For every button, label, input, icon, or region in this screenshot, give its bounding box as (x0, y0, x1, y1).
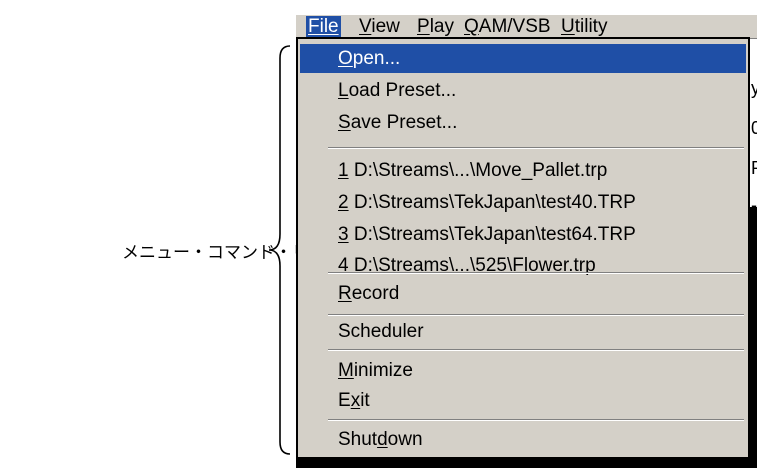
menu-item-exit[interactable]: Exit (300, 386, 746, 415)
curly-brace-icon (268, 45, 291, 455)
menu-qam-vsb[interactable]: QAM/VSB (462, 16, 553, 37)
background-text: y (751, 78, 757, 98)
menu-separator (328, 349, 744, 351)
menu-item-shutdown[interactable]: Shutdown (300, 425, 746, 454)
menu-item-recent-3[interactable]: 3 D:\Streams\TekJapan\test64.TRP (300, 220, 746, 249)
background-text: 0 (751, 118, 757, 138)
menu-separator (328, 272, 744, 274)
menu-item-minimize[interactable]: Minimize (300, 356, 746, 385)
background-text: P (751, 158, 757, 179)
menu-item-load-preset[interactable]: Load Preset... (300, 76, 746, 105)
menu-view[interactable]: View (357, 16, 402, 37)
menu-item-record[interactable]: Record (300, 279, 746, 308)
menu-utility[interactable]: Utility (559, 16, 609, 37)
menu-item-scheduler[interactable]: Scheduler (300, 317, 746, 346)
menu-file[interactable]: File (306, 16, 341, 37)
menu-play[interactable]: Play (415, 16, 456, 37)
menu-item-recent-4[interactable]: 4 D:\Streams\...\525\Flower.trp (300, 251, 746, 280)
menu-bar: File View Play QAM/VSB Utility (296, 14, 757, 39)
menu-item-open[interactable]: Open... (300, 44, 746, 73)
menu-separator (328, 147, 744, 149)
background-text: - (751, 195, 757, 215)
menu-item-recent-2[interactable]: 2 D:\Streams\TekJapan\test40.TRP (300, 188, 746, 217)
menu-item-recent-1[interactable]: 1 D:\Streams\...\Move_Pallet.trp (300, 156, 746, 185)
menu-separator (328, 419, 744, 421)
menu-separator (328, 314, 744, 316)
file-menu-dropdown: Open... Load Preset... Save Preset... 1 … (296, 37, 750, 459)
menu-item-save-preset[interactable]: Save Preset... (300, 108, 746, 137)
